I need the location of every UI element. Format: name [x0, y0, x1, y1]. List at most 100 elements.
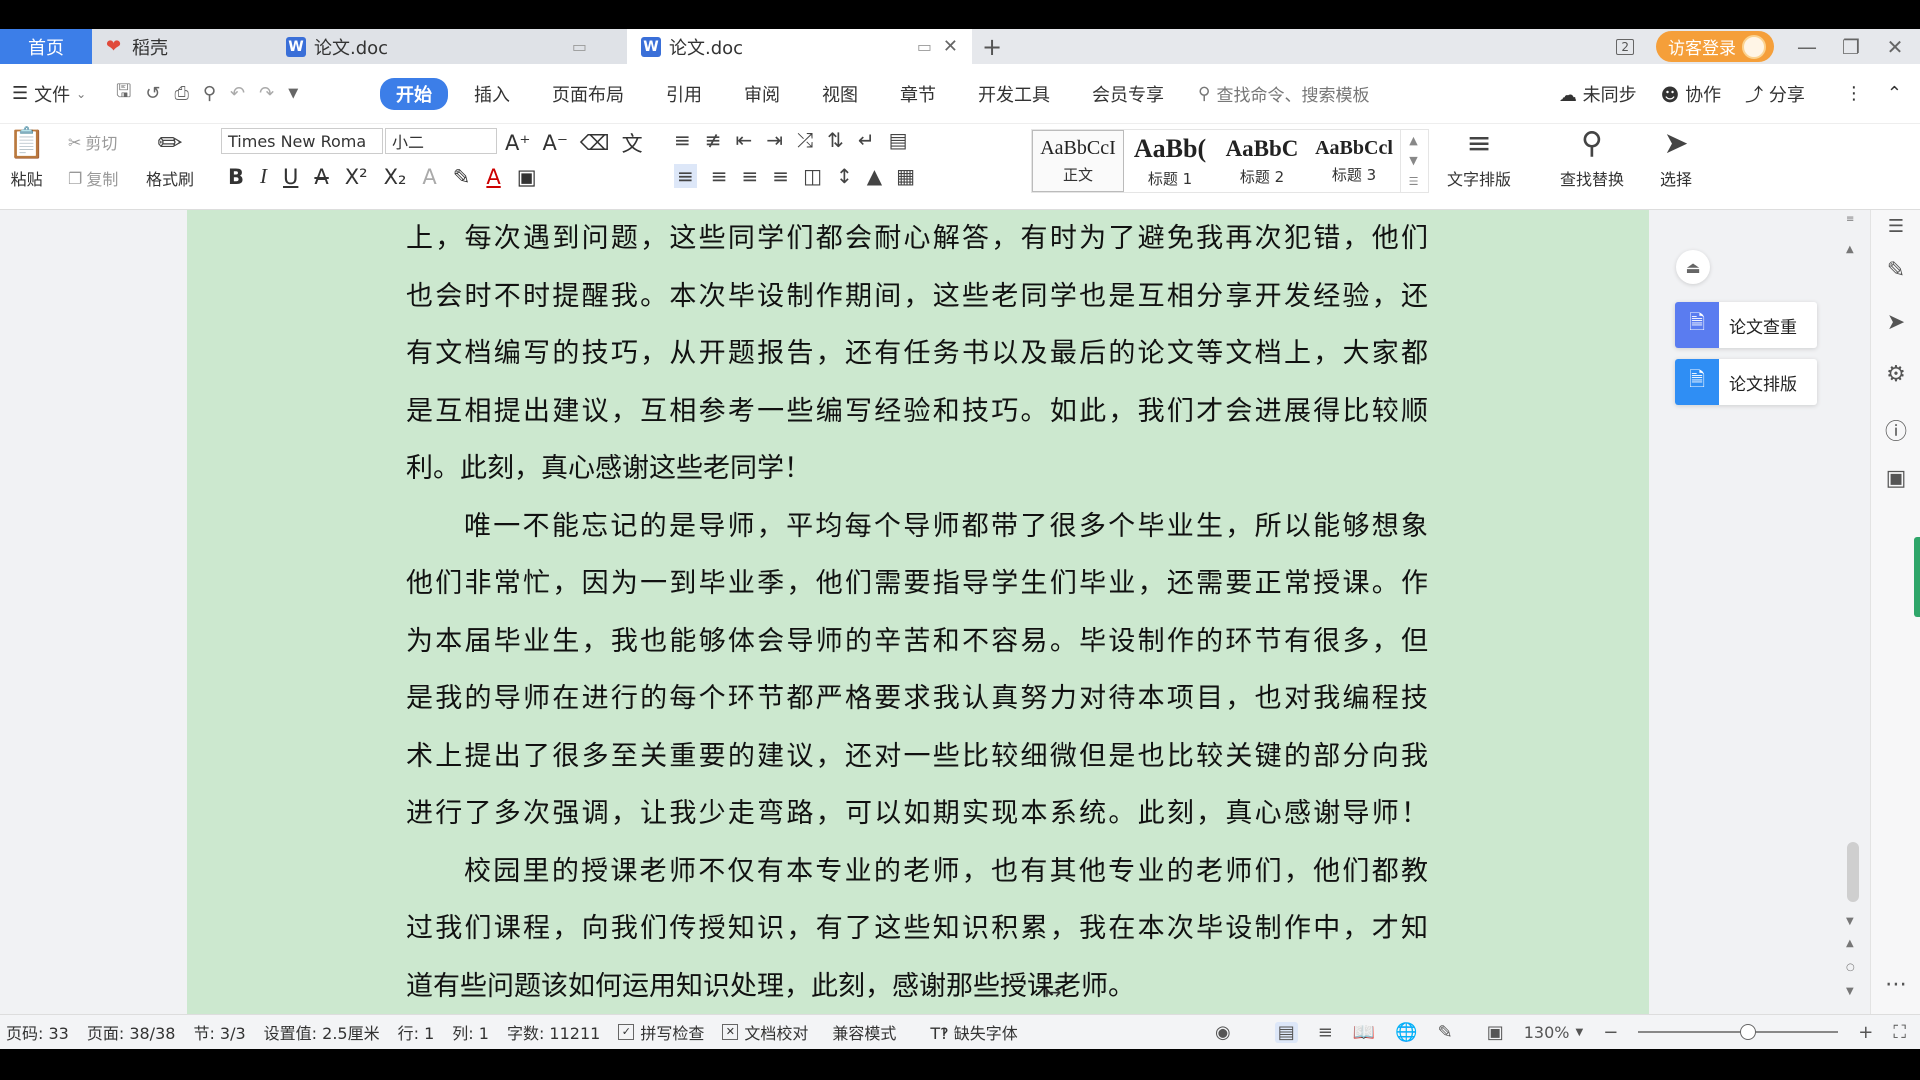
document-body[interactable]: 上，每次遇到问题，这些同学们都会耐心解答，有时为了避免我再次犯错，他们 也会时不…	[406, 210, 1428, 1015]
outline-view-icon[interactable]: ≡	[1318, 1022, 1333, 1043]
ribbon-tab-3[interactable]: 引用	[650, 78, 718, 110]
chevron-up-icon[interactable]: ▲	[1409, 134, 1417, 147]
vertical-scrollbar[interactable]: ≡ ▲ ▼ ▲ ○ ▼	[1843, 210, 1863, 1014]
fullscreen-icon[interactable]: ⛶	[1893, 1022, 1906, 1043]
print-icon[interactable]: ⎙	[174, 83, 188, 104]
menu-icon[interactable]: ☰	[1884, 216, 1908, 237]
shrink-font-icon[interactable]: A⁻	[542, 131, 567, 155]
export-icon[interactable]: ↺	[145, 83, 160, 104]
tab-home[interactable]: 首页	[0, 29, 92, 64]
increase-indent-icon[interactable]: ⇥	[766, 128, 783, 152]
cut-button[interactable]: ✂ 剪切	[68, 130, 117, 154]
text-effect-icon[interactable]: A	[422, 165, 436, 189]
new-tab-button[interactable]: +	[972, 29, 1012, 64]
doc-proof-toggle[interactable]: ✕ 文档校对	[722, 1020, 808, 1044]
status-word-count[interactable]: 字数: 11211	[507, 1020, 600, 1044]
ribbon-tab-8[interactable]: 会员专享	[1076, 78, 1180, 110]
phonetic-icon[interactable]: 文	[622, 128, 643, 158]
side-tab-handle[interactable]	[1914, 537, 1920, 617]
select-browse-icon[interactable]: ○	[1846, 962, 1855, 973]
tab-document-2[interactable]: W 论文.doc ▭ ✕	[627, 29, 972, 64]
find-replace-button[interactable]: ⚲ 查找替换	[1560, 126, 1624, 190]
close-tab-icon[interactable]: ✕	[943, 36, 958, 57]
zoom-level[interactable]: 130%	[1524, 1023, 1570, 1042]
style-normal[interactable]: AaBbCcI 正文	[1032, 130, 1124, 192]
web-view-icon[interactable]: 🌐	[1395, 1022, 1417, 1043]
page-view-icon[interactable]: ▤	[1274, 1021, 1298, 1043]
eye-protection-icon[interactable]: ◉	[1215, 1022, 1231, 1043]
prev-page-icon[interactable]: ▲	[1846, 938, 1854, 949]
customize-icon[interactable]: ▼	[288, 86, 298, 101]
tab-document-1[interactable]: W 论文.doc ▭	[272, 29, 627, 64]
sort-icon[interactable]: ⇅	[827, 128, 844, 152]
command-search[interactable]: ⚲ 查找命令、搜索模板	[1198, 81, 1369, 107]
ribbon-tab-5[interactable]: 视图	[806, 78, 874, 110]
more-icon[interactable]: ⋮	[1845, 83, 1863, 104]
monitor-icon[interactable]: ▭	[917, 37, 932, 56]
subscript-icon[interactable]: X₂	[384, 165, 407, 189]
ruler-icon[interactable]: ▤	[889, 128, 908, 152]
next-page-icon[interactable]: ▼	[1846, 986, 1854, 997]
scroll-up-icon[interactable]: ▲	[1846, 244, 1854, 255]
help-icon[interactable]: ⓘ	[1884, 414, 1908, 446]
font-color-icon[interactable]: A	[486, 165, 500, 189]
share-button[interactable]: ⤴ 分享	[1745, 81, 1805, 107]
chevron-down-icon[interactable]: ▼	[1409, 154, 1417, 167]
paper-layout-button[interactable]: 🗎 论文排版	[1675, 359, 1817, 405]
expand-icon[interactable]: ☰	[1409, 175, 1419, 188]
read-view-icon[interactable]: 📖	[1353, 1022, 1375, 1043]
file-menu[interactable]: ☰ 文件 ⌄	[0, 81, 102, 107]
write-view-icon[interactable]: ✎	[1438, 1022, 1453, 1043]
sync-button[interactable]: ☁ 未同步	[1559, 81, 1637, 107]
ribbon-tab-1[interactable]: 插入	[458, 78, 526, 110]
scroll-thumb[interactable]	[1847, 842, 1859, 902]
align-center-icon[interactable]: ≡	[711, 164, 728, 188]
missing-font-button[interactable]: T‽ 缺失字体	[930, 1020, 1017, 1044]
collapse-panel-icon[interactable]: ⏏	[1676, 250, 1710, 284]
close-window-icon[interactable]: ✕	[1884, 35, 1906, 59]
collapse-ribbon-icon[interactable]: ⌃	[1887, 83, 1902, 104]
zoom-slider-knob[interactable]	[1740, 1024, 1757, 1040]
highlight-icon[interactable]: ✎	[453, 165, 471, 189]
ribbon-tab-7[interactable]: 开发工具	[962, 78, 1066, 110]
italic-icon[interactable]: I	[260, 164, 267, 189]
decrease-indent-icon[interactable]: ⇤	[736, 128, 753, 152]
underline-icon[interactable]: U	[283, 165, 298, 189]
select-button[interactable]: ➤ 选择	[1660, 126, 1692, 190]
copy-button[interactable]: ❐ 复制	[68, 166, 118, 190]
fit-page-icon[interactable]: ▣	[1487, 1022, 1504, 1043]
chevron-down-icon[interactable]: ▼	[1576, 1027, 1584, 1038]
show-marks-icon[interactable]: ↵	[858, 128, 875, 152]
numbered-list-icon[interactable]: ≢	[705, 128, 722, 152]
chinese-layout-icon[interactable]: ⤮	[797, 128, 813, 152]
strikethrough-icon[interactable]: A	[314, 165, 328, 189]
status-page[interactable]: 页面: 38/38	[87, 1020, 176, 1044]
more-horizontal-icon[interactable]: ⋯	[1884, 972, 1908, 997]
font-size-select[interactable]: 小二	[385, 128, 497, 154]
tab-daoke[interactable]: ❤ 稻壳	[92, 29, 272, 64]
ribbon-tab-6[interactable]: 章节	[884, 78, 952, 110]
text-layout-button[interactable]: ≡ 文字排版	[1447, 126, 1511, 190]
visitor-login-button[interactable]: 访客登录	[1656, 31, 1774, 62]
sliders-icon[interactable]: ⚙	[1884, 362, 1908, 387]
collab-button[interactable]: ☻ 协作	[1661, 81, 1722, 107]
monitor-icon[interactable]: ▭	[572, 37, 587, 56]
grow-font-icon[interactable]: A⁺	[505, 131, 530, 155]
font-name-select[interactable]: Times New Roma	[221, 128, 383, 154]
superscript-icon[interactable]: X²	[345, 165, 368, 189]
pen-icon[interactable]: ✎	[1884, 258, 1908, 283]
image-icon[interactable]: ▣	[1884, 466, 1908, 491]
justify-icon[interactable]: ≡	[772, 164, 789, 188]
redo-icon[interactable]: ↷	[259, 83, 274, 104]
bullet-list-icon[interactable]: ≡	[674, 128, 691, 152]
bold-icon[interactable]: B	[228, 165, 244, 189]
scroll-down-icon[interactable]: ▼	[1846, 916, 1854, 927]
borders-icon[interactable]: ▦	[896, 164, 915, 188]
pointer-icon[interactable]: ➤	[1884, 310, 1908, 335]
window-count-badge[interactable]: 2	[1616, 38, 1634, 55]
line-spacing-icon[interactable]: ↕	[836, 164, 853, 188]
minimize-icon[interactable]: —	[1796, 35, 1818, 59]
ribbon-tab-4[interactable]: 审阅	[728, 78, 796, 110]
align-right-icon[interactable]: ≡	[742, 164, 759, 188]
ribbon-tab-2[interactable]: 页面布局	[536, 78, 640, 110]
